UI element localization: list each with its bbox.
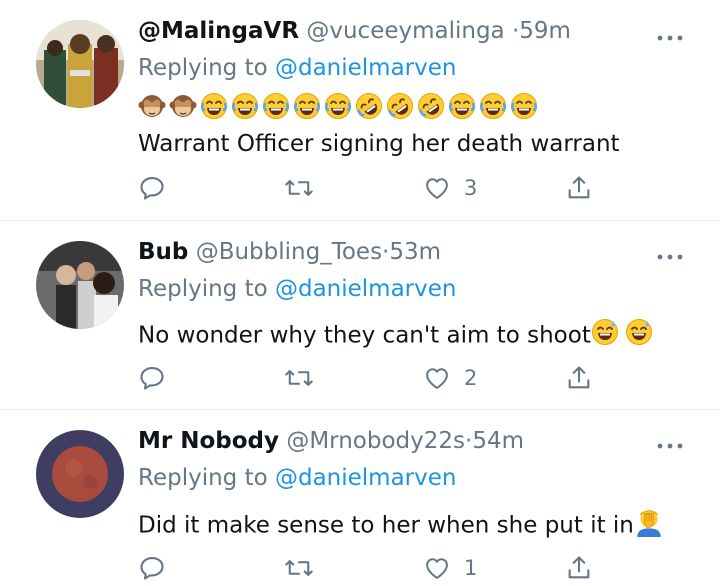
share-button[interactable] (565, 170, 593, 206)
tweet-header: Mr Nobody @Mrnobody22s·54m (138, 426, 524, 456)
tweet-actions: 1 (0, 550, 720, 586)
like-button[interactable]: 3 (422, 170, 477, 206)
avatar[interactable] (36, 430, 124, 518)
tweet-text: Warrant Officer signing her death warran… (138, 131, 620, 157)
trailing-emojis (634, 510, 664, 539)
joy-emoji (479, 92, 507, 122)
joy-emoji (200, 92, 228, 122)
sweat-smile-emoji (625, 318, 653, 354)
tweet[interactable]: Bub @Bubbling_Toes·53m Replying to @dani… (0, 221, 720, 410)
replying-to-link[interactable]: @danielmarven (275, 55, 457, 81)
like-count: 3 (464, 176, 478, 200)
replying-to: Replying to @danielmarven (138, 274, 456, 304)
more-icon[interactable] (655, 249, 685, 263)
tweet-actions: 3 (0, 170, 720, 206)
timestamp[interactable]: 54m (472, 428, 524, 454)
replying-label: Replying to (138, 465, 268, 491)
reply-button[interactable] (138, 550, 166, 586)
joy-emoji (293, 92, 321, 122)
replying-to: Replying to @danielmarven (138, 53, 456, 83)
user-handle[interactable]: @Mrnobody22s (286, 428, 465, 454)
replying-to: Replying to @danielmarven (138, 463, 456, 493)
share-icon (568, 176, 590, 199)
replying-to-link[interactable]: @danielmarven (275, 276, 457, 302)
display-name[interactable]: @MalingaVR (138, 18, 299, 44)
share-button[interactable] (565, 360, 593, 396)
sweat-smile-emoji (591, 318, 619, 354)
joy-emoji (231, 92, 259, 122)
replying-to-link[interactable]: @danielmarven (275, 465, 457, 491)
like-button[interactable]: 1 (422, 550, 477, 586)
avatar[interactable] (36, 241, 124, 329)
trailing-emojis (591, 319, 653, 349)
retweet-button[interactable] (284, 170, 314, 206)
tweet[interactable]: Mr Nobody @Mrnobody22s·54m Replying to @… (0, 410, 720, 580)
reply-button[interactable] (138, 170, 166, 206)
tweet-body: Did it make sense to her when she put it… (138, 507, 664, 545)
more-icon[interactable] (655, 438, 685, 452)
reply-icon (140, 367, 164, 390)
emoji-row (138, 92, 538, 122)
joy-emoji (448, 92, 476, 122)
joy-emoji (324, 92, 352, 122)
timestamp[interactable]: 59m (519, 18, 571, 44)
user-handle[interactable]: @vuceeymalinga (306, 18, 504, 44)
display-name[interactable]: Mr Nobody (138, 428, 279, 454)
user-handle[interactable]: @Bubbling_Toes (196, 239, 382, 265)
see-no-evil-monkey-emoji (169, 92, 197, 122)
joy-emoji (262, 92, 290, 122)
tweet-body: No wonder why they can't aim to shoot (138, 318, 653, 354)
heart-icon (426, 368, 448, 389)
rofl-emoji (355, 92, 383, 122)
replying-label: Replying to (138, 55, 268, 81)
like-count: 1 (464, 556, 478, 580)
rofl-emoji (417, 92, 445, 122)
facepalm-emoji (634, 507, 664, 545)
tweet-header: @MalingaVR @vuceeymalinga ·59m (138, 16, 571, 46)
reply-icon (140, 177, 164, 200)
replying-label: Replying to (138, 276, 268, 302)
tweet[interactable]: @MalingaVR @vuceeymalinga ·59m Replying … (0, 0, 720, 220)
display-name[interactable]: Bub (138, 239, 188, 265)
like-count: 2 (464, 366, 478, 390)
retweet-button[interactable] (284, 550, 314, 586)
retweet-button[interactable] (284, 360, 314, 396)
tweet-actions: 2 (0, 360, 720, 396)
share-icon (568, 366, 590, 389)
tweet-text: No wonder why they can't aim to shoot (138, 322, 591, 349)
see-no-evil-monkey-emoji (138, 92, 166, 122)
tweet-text: Did it make sense to her when she put it… (138, 512, 634, 539)
like-button[interactable]: 2 (422, 360, 477, 396)
share-button[interactable] (565, 550, 593, 586)
retweet-icon (285, 180, 313, 196)
avatar[interactable] (36, 20, 124, 108)
more-icon[interactable] (655, 30, 685, 44)
tweet-header: Bub @Bubbling_Toes·53m (138, 237, 441, 267)
heart-icon (426, 178, 448, 199)
timestamp[interactable]: 53m (389, 239, 441, 265)
rofl-emoji (386, 92, 414, 122)
retweet-icon (285, 370, 313, 386)
reply-button[interactable] (138, 360, 166, 396)
joy-emoji (510, 92, 538, 122)
